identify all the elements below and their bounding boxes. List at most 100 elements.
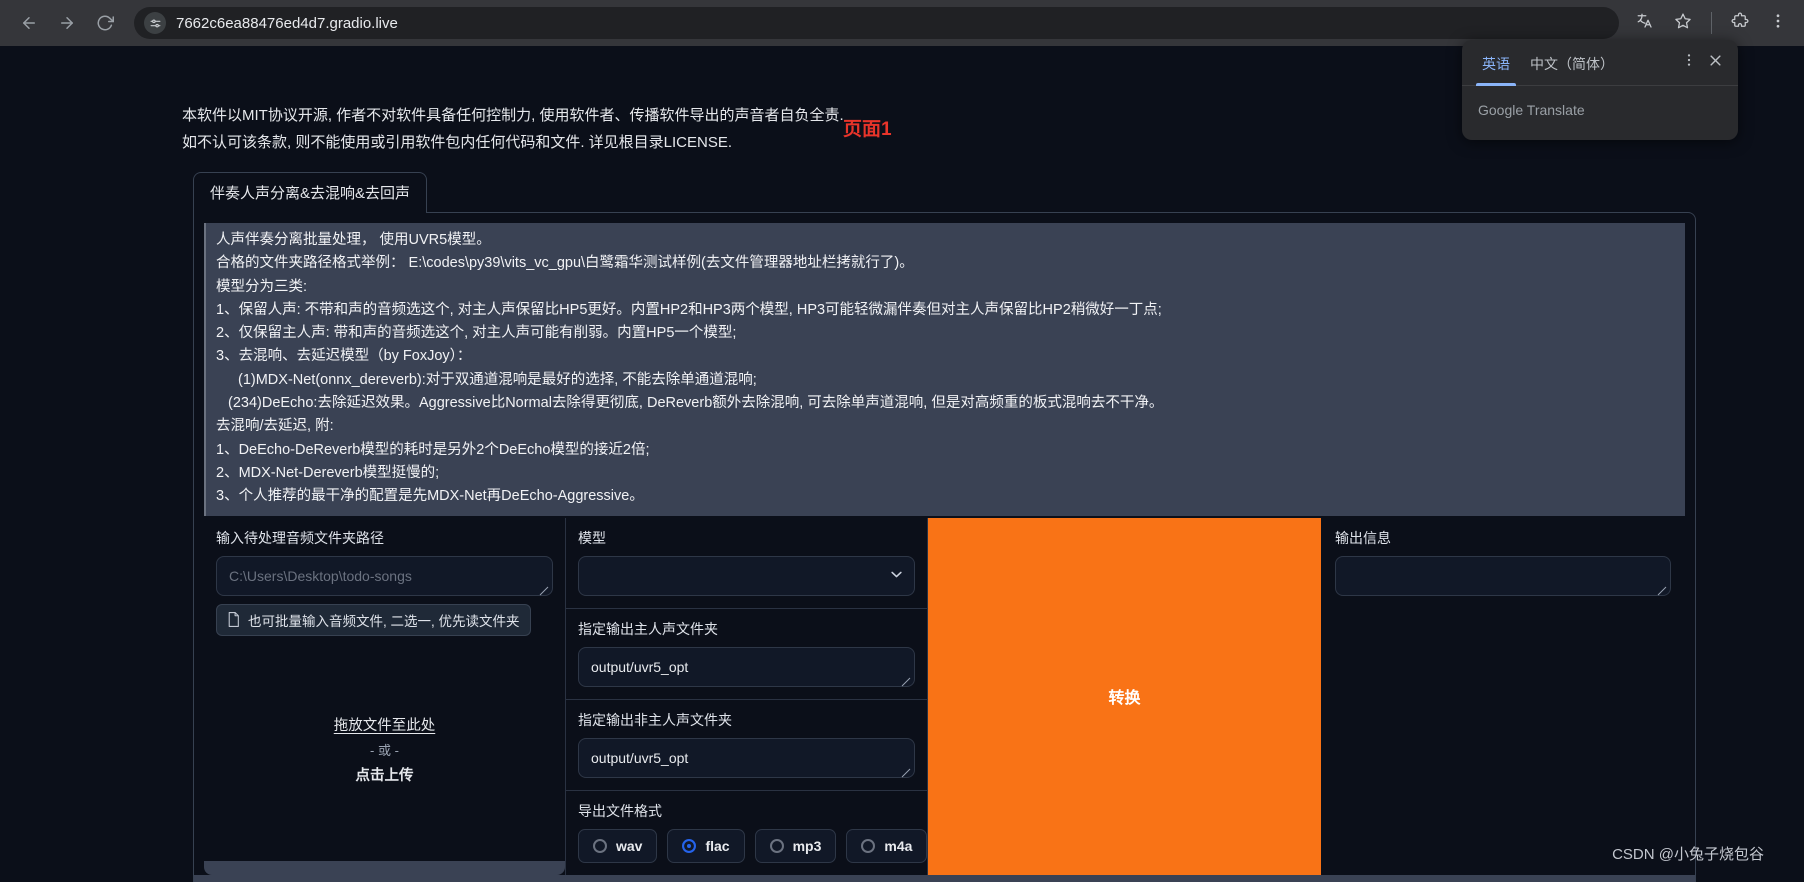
radio-icon: [593, 838, 607, 853]
output-info-label: 输出信息: [1335, 529, 1391, 546]
license-notice: 本软件以MIT协议开源, 作者不对软件具备任何控制力, 使用软件者、传播软件导出…: [182, 102, 844, 156]
resize-grip-icon[interactable]: [901, 765, 911, 777]
desc-line: 2、MDX-Net-Dereverb模型挺慢的;: [216, 464, 440, 481]
translate-close-button[interactable]: [1702, 50, 1728, 76]
resize-grip-icon[interactable]: [539, 583, 549, 595]
translate-button[interactable]: [1631, 9, 1659, 37]
vocal-output-value: output/uvr5_opt: [591, 658, 689, 675]
tab-panel: 人声伴奏分离批量处理， 使用UVR5模型。 合格的文件夹路径格式举例： E:\c…: [193, 212, 1696, 882]
input-column: 输入待处理音频文件夹路径 C:\Users\Desktop\todo-songs…: [204, 517, 566, 875]
site-settings-icon[interactable]: [144, 12, 166, 34]
three-dot-vertical-icon: [1681, 52, 1697, 73]
radio-icon: [769, 838, 784, 853]
format-option-label: mp3: [792, 837, 822, 854]
desc-line: 1、保留人声: 不带和声的音频选这个, 对主人声保留比HP5更好。内置HP2和H…: [216, 301, 1162, 318]
export-format-group: wav flac mp3 m4a: [578, 828, 928, 863]
desc-line: 2、仅保留主人声: 带和声的音频选这个, 对主人声可能有削弱。内置HP5一个模型…: [216, 325, 737, 342]
desc-line: 3、去混响、去延迟模型（by FoxJoy）：: [216, 348, 472, 365]
desc-line: 合格的文件夹路径格式举例： E:\codes\py39\vits_vc_gpu\…: [216, 255, 914, 272]
format-option-label: flac: [705, 837, 730, 854]
extensions-button[interactable]: [1726, 9, 1754, 37]
license-notice-line-2: 如不认可该条款, 则不能使用或引用软件包内任何代码和文件. 详见根目录LICEN…: [182, 134, 733, 151]
back-button[interactable]: [12, 6, 46, 40]
translate-tab-chinese[interactable]: 中文（简体）: [1520, 40, 1624, 86]
radio-icon: [682, 838, 697, 853]
export-format-label: 导出文件格式: [578, 802, 662, 819]
vocal-output-label: 指定输出主人声文件夹: [578, 620, 718, 637]
translate-popup-header: 英语 中文（简体）: [1462, 40, 1738, 86]
three-dot-menu-icon: [1769, 12, 1787, 35]
desc-line: (234)DeEcho:去除延迟效果。Aggressive比Normal去除得更…: [228, 395, 1164, 412]
format-option-flac[interactable]: flac: [667, 828, 745, 863]
back-arrow-icon: [20, 14, 38, 32]
desc-line: 1、DeEcho-DeReverb模型的耗时是另外2个DeEcho模型的接近2倍…: [216, 441, 650, 458]
reload-icon: [96, 14, 114, 32]
tab-container: 伴奏人声分离&去混响&去回声 人声伴奏分离批量处理， 使用UVR5模型。 合格的…: [193, 172, 1696, 882]
desc-line: (1)MDX-Net(onnx_dereverb):对于双通道混响是最好的选择,…: [238, 371, 757, 388]
format-option-label: wav: [616, 837, 643, 854]
translate-options-button[interactable]: [1676, 50, 1702, 76]
convert-button-label: 转换: [1108, 690, 1141, 708]
translate-brand-label: Google Translate: [1478, 102, 1585, 118]
model-label: 模型: [578, 529, 606, 546]
page-marker-annotation: 页面1: [843, 119, 892, 140]
vocal-output-field[interactable]: output/uvr5_opt: [578, 646, 915, 687]
batch-input-hint-text: 也可批量输入音频文件, 二选一, 优先读文件夹: [248, 613, 520, 629]
desc-line: 3、个人推荐的最干净的配置是先MDX-Net再DeEcho-Aggressive…: [216, 488, 644, 505]
url-text: 7662c6ea88476ed4d7.gradio.live: [176, 14, 398, 32]
translate-popup: 英语 中文（简体） Google Translate: [1462, 40, 1738, 140]
input-path-label: 输入待处理音频文件夹路径: [216, 529, 384, 546]
desc-line: 模型分为三类:: [216, 278, 308, 295]
output-info-field[interactable]: [1335, 555, 1671, 596]
resize-grip-icon[interactable]: [1657, 583, 1667, 595]
settings-divider: [566, 789, 927, 791]
format-option-label: m4a: [884, 837, 913, 854]
resize-grip-icon[interactable]: [901, 674, 911, 686]
inst-output-label: 指定输出非主人声文件夹: [578, 711, 732, 728]
dropzone-main-text: 拖放文件至此处: [333, 717, 436, 734]
extensions-icon: [1731, 12, 1749, 35]
batch-input-hint: 也可批量输入音频文件, 二选一, 优先读文件夹: [216, 603, 531, 636]
file-icon: [227, 612, 240, 628]
star-icon: [1674, 12, 1692, 35]
close-icon: [1708, 53, 1723, 73]
browser-menu-button[interactable]: [1764, 9, 1792, 37]
page-content: 本软件以MIT协议开源, 作者不对软件具备任何控制力, 使用软件者、传播软件导出…: [0, 46, 1804, 882]
panel-footer-strip: [194, 874, 1695, 882]
tab-vocal-separation[interactable]: 伴奏人声分离&去混响&去回声: [193, 172, 428, 213]
controls-row: 输入待处理音频文件夹路径 C:\Users\Desktop\todo-songs…: [204, 517, 1685, 875]
settings-divider: [566, 698, 927, 700]
description-block: 人声伴奏分离批量处理， 使用UVR5模型。 合格的文件夹路径格式举例： E:\c…: [204, 223, 1685, 516]
watermark: CSDN @小兔子烧包谷: [1612, 846, 1764, 863]
translate-popup-body: Google Translate: [1462, 86, 1738, 140]
translate-icon: [1636, 12, 1654, 35]
format-option-m4a[interactable]: m4a: [846, 828, 928, 863]
forward-arrow-icon: [58, 14, 76, 32]
radio-icon: [861, 838, 876, 853]
dropzone-upload-text[interactable]: 点击上传: [356, 764, 414, 785]
desc-line: 人声伴奏分离批量处理， 使用UVR5模型。: [216, 232, 491, 248]
settings-divider: [566, 607, 927, 609]
dropzone-or-text: - 或 -: [370, 742, 399, 758]
format-option-mp3[interactable]: mp3: [754, 828, 837, 863]
file-dropzone[interactable]: 拖放文件至此处 - 或 - 点击上传: [216, 646, 553, 853]
convert-button[interactable]: 转换: [928, 517, 1321, 875]
format-option-wav[interactable]: wav: [578, 828, 658, 863]
reload-button[interactable]: [88, 6, 122, 40]
bookmark-button[interactable]: [1669, 9, 1697, 37]
address-bar[interactable]: 7662c6ea88476ed4d7.gradio.live: [134, 7, 1619, 39]
desc-line: 去混响/去延迟, 附:: [216, 418, 334, 435]
translate-tab-english[interactable]: 英语: [1472, 40, 1520, 86]
output-column: 输出信息: [1321, 518, 1685, 875]
license-notice-line-1: 本软件以MIT协议开源, 作者不对软件具备任何控制力, 使用软件者、传播软件导出…: [182, 107, 844, 124]
model-select[interactable]: [578, 555, 915, 596]
input-path-value: C:\Users\Desktop\todo-songs: [229, 567, 412, 584]
input-path-field[interactable]: C:\Users\Desktop\todo-songs: [216, 555, 553, 596]
inst-output-value: output/uvr5_opt: [591, 749, 689, 766]
inst-output-field[interactable]: output/uvr5_opt: [578, 737, 915, 778]
tab-bar: 伴奏人声分离&去混响&去回声: [193, 172, 1696, 213]
toolbar-actions: [1631, 9, 1792, 37]
toolbar-divider: [1711, 12, 1712, 34]
chevron-down-icon: [891, 570, 902, 581]
forward-button[interactable]: [50, 6, 84, 40]
